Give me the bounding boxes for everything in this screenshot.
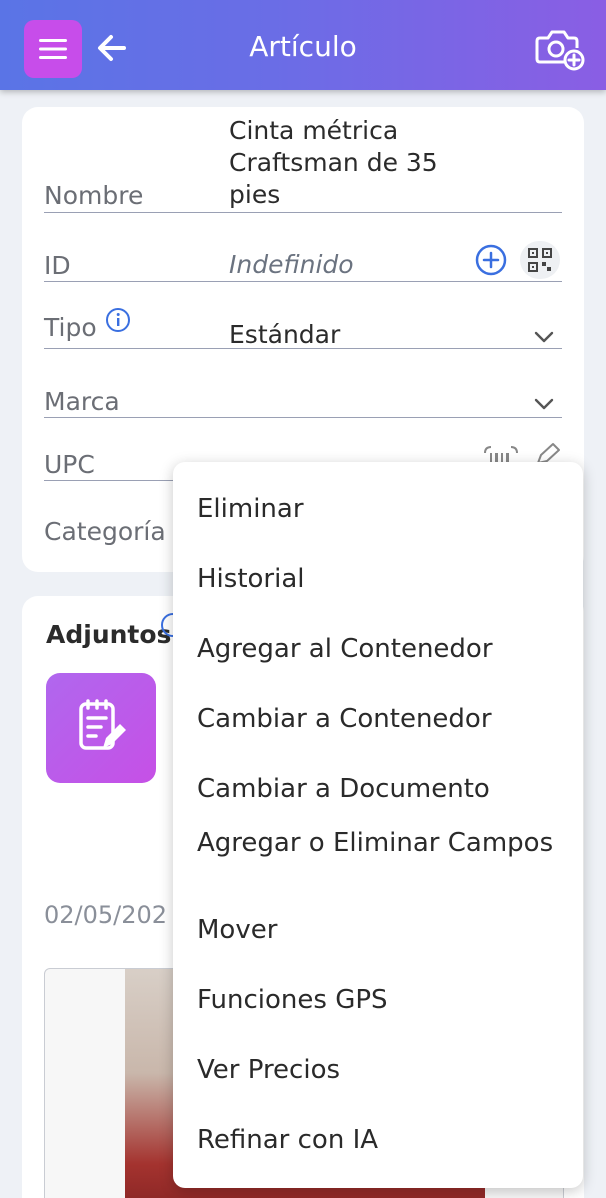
id-label: ID [44,251,71,280]
options-menu: Eliminar Historial Agregar al Contenedor… [173,462,583,1188]
app-header: Artículo [0,0,606,90]
nombre-line-3: pies [229,180,281,209]
menu-item-agregar-eliminar-campos[interactable]: Agregar o Eliminar Campos [197,826,567,861]
marca-underline [44,417,562,418]
nombre-line-2: Craftsman de 35 [229,148,438,177]
nombre-value[interactable]: Cinta métrica Craftsman de 35 pies [229,115,438,211]
marca-label: Marca [44,387,120,416]
tipo-value[interactable]: Estándar [229,319,340,351]
nombre-underline [44,212,562,213]
menu-item-historial[interactable]: Historial [197,562,567,597]
scan-qr-button[interactable] [520,241,560,279]
upc-label: UPC [44,450,95,479]
add-circle-icon [475,244,507,276]
camera-add-icon [535,30,585,71]
menu-item-cambiar-documento[interactable]: Cambiar a Documento [197,772,567,807]
camera-add-button[interactable] [534,24,586,72]
add-id-button[interactable] [474,243,508,277]
nombre-line-1: Cinta métrica [229,116,399,145]
menu-item-eliminar[interactable]: Eliminar [197,492,567,527]
menu-item-refinar-ia[interactable]: Refinar con IA [197,1123,567,1158]
id-value[interactable]: Indefinido [229,249,354,281]
menu-item-agregar-contenedor[interactable]: Agregar al Contenedor [197,632,567,667]
page-title: Artículo [249,30,357,63]
document-attachment[interactable] [46,673,156,783]
info-icon [106,308,130,332]
menu-item-mover[interactable]: Mover [197,913,567,948]
document-edit-icon [79,699,126,750]
tipo-label: Tipo [44,313,97,342]
qr-code-icon [528,248,552,272]
chevron-down-icon[interactable] [532,396,556,412]
menu-item-cambiar-contenedor[interactable]: Cambiar a Contenedor [197,702,567,737]
attachments-title: Adjuntos [46,620,172,649]
menu-item-funciones-gps[interactable]: Funciones GPS [197,983,567,1018]
nombre-label: Nombre [44,181,144,210]
tipo-underline [44,348,562,349]
categoria-label: Categoría [44,517,166,546]
attachment-date: 02/05/202 [44,901,168,929]
menu-item-ver-precios[interactable]: Ver Precios [197,1053,567,1088]
chevron-down-icon[interactable] [532,329,556,345]
id-underline [44,281,562,282]
tipo-info-button[interactable] [105,307,131,333]
